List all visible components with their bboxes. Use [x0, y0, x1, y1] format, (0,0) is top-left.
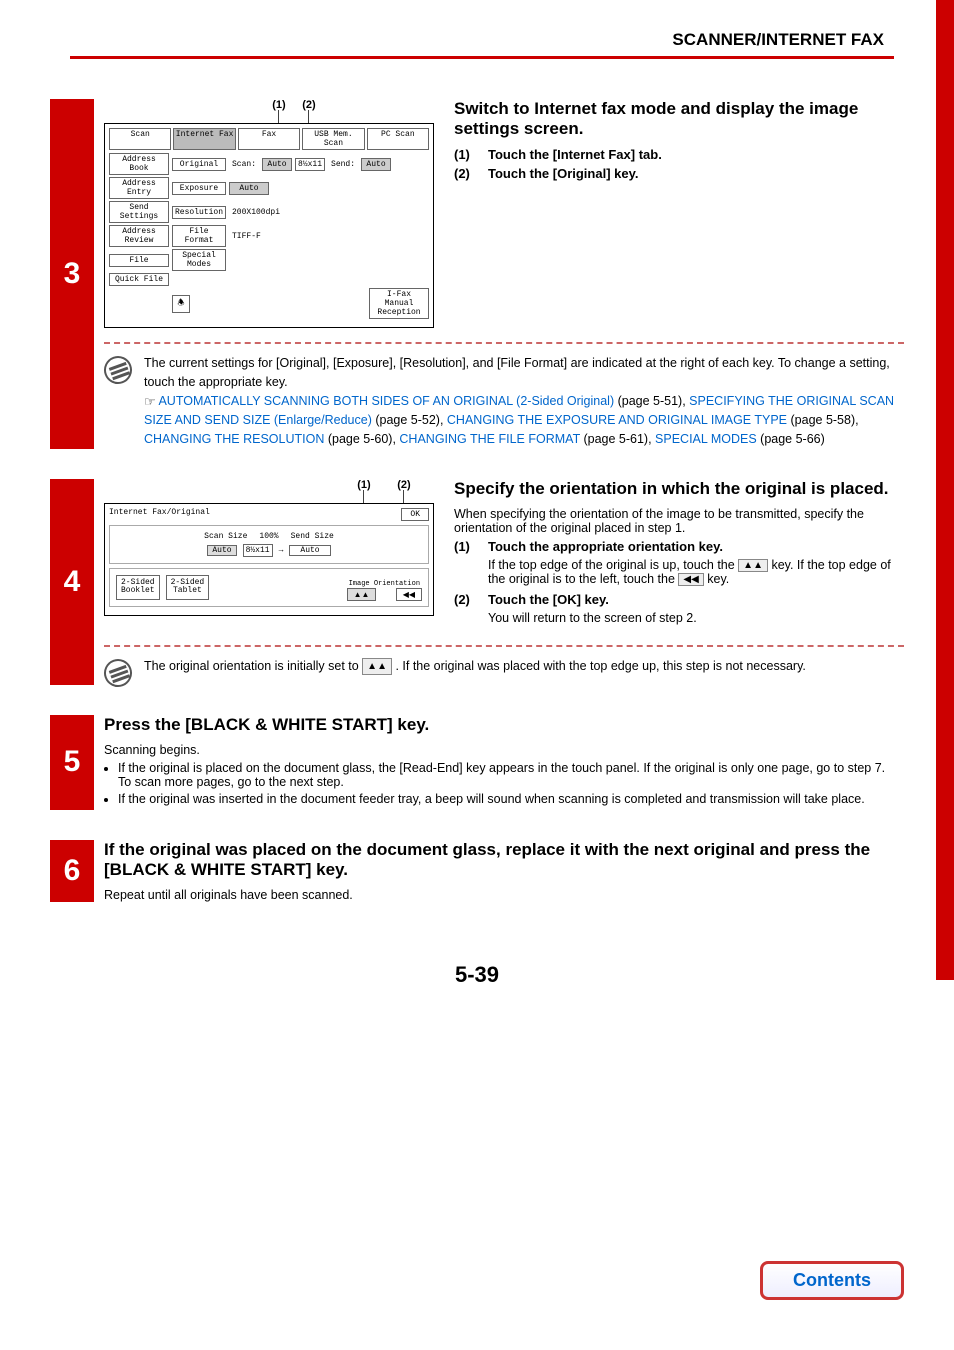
btn-quick-file[interactable]: Quick File — [109, 273, 169, 286]
btn-special-modes[interactable]: Special Modes — [172, 249, 226, 271]
step-number-3: 3 — [50, 99, 94, 449]
step-5: 5 Press the [BLACK & WHITE START] key. S… — [50, 715, 904, 810]
btn-exposure[interactable]: Exposure — [172, 182, 226, 195]
page-header: SCANNER/INTERNET FAX — [0, 20, 954, 59]
link-auto-2sided[interactable]: AUTOMATICALLY SCANNING BOTH SIDES OF AN … — [158, 394, 614, 408]
screen-title: Internet Fax/Original — [109, 508, 210, 521]
step3-touchscreen: Scan Internet Fax Fax USB Mem. Scan PC S… — [104, 123, 434, 328]
step4-divider — [104, 645, 904, 647]
step3-item-1: (1) Touch the [Internet Fax] tab. — [454, 147, 904, 162]
val-file-format: TIFF-F — [229, 231, 264, 242]
speaker-icon[interactable]: 🕭 — [172, 295, 190, 313]
orientation-up-icon: ▲▲ — [738, 559, 768, 572]
val-resolution: 200X100dpi — [229, 207, 283, 218]
btn-file-format[interactable]: File Format — [172, 225, 226, 247]
btn-address-review[interactable]: Address Review — [109, 225, 169, 247]
btn-address-entry[interactable]: Address Entry — [109, 177, 169, 199]
step3-item-2: (2) Touch the [Original] key. — [454, 166, 904, 181]
btn-2sided-booklet[interactable]: 2-Sided Booklet — [116, 575, 160, 601]
contents-button[interactable]: Contents — [760, 1261, 904, 1300]
link-exposure[interactable]: CHANGING THE EXPOSURE AND ORIGINAL IMAGE… — [447, 413, 787, 427]
step4-intro: When specifying the orientation of the i… — [454, 507, 904, 535]
tab-fax[interactable]: Fax — [238, 128, 300, 150]
step4-item-1: (1) Touch the appropriate orientation ke… — [454, 539, 904, 554]
btn-ifax-manual-reception[interactable]: I-Fax Manual Reception — [369, 288, 429, 319]
step-number-6: 6 — [50, 840, 94, 902]
step6-line1: Repeat until all originals have been sca… — [104, 888, 894, 902]
link-resolution[interactable]: CHANGING THE RESOLUTION — [144, 432, 324, 446]
orientation-up-icon: ▲▲ — [362, 658, 392, 675]
step4-callouts: (1) (2) — [104, 479, 434, 491]
val-exposure: Auto — [229, 182, 269, 195]
hand-pointer-icon: ☞ — [144, 392, 156, 412]
btn-2sided-tablet[interactable]: 2-Sided Tablet — [166, 575, 210, 601]
step3-callouts: (1) (2) — [104, 99, 434, 111]
link-special-modes[interactable]: SPECIAL MODES — [655, 432, 757, 446]
step3-heading: Switch to Internet fax mode and display … — [454, 99, 904, 139]
btn-send-settings[interactable]: Send Settings — [109, 201, 169, 223]
step-number-5: 5 — [50, 715, 94, 810]
step-number-4: 4 — [50, 479, 94, 685]
pencil-note-icon — [100, 352, 136, 388]
step4-item-1-desc: If the top edge of the original is up, t… — [488, 558, 904, 586]
step5-line1: Scanning begins. — [104, 743, 894, 757]
send-auto[interactable]: Auto — [289, 545, 330, 556]
step5-heading: Press the [BLACK & WHITE START] key. — [104, 715, 894, 735]
step3-divider — [104, 342, 904, 344]
step-6: 6 If the original was placed on the docu… — [50, 840, 904, 902]
val-scan-auto: Auto — [262, 158, 292, 171]
val-send-auto: Auto — [361, 158, 391, 171]
orientation-left-key[interactable]: ◀◀ — [396, 588, 422, 601]
side-red-tab — [936, 0, 954, 980]
tab-pc-scan[interactable]: PC Scan — [367, 128, 429, 150]
pencil-note-icon — [100, 655, 136, 691]
tab-usb-mem-scan[interactable]: USB Mem. Scan — [302, 128, 364, 150]
btn-file[interactable]: File — [109, 254, 169, 267]
val-scan-size: 8½x11 — [295, 158, 325, 171]
step-4: 4 (1) (2) │ │ Internet Fax/Original OK — [50, 479, 904, 685]
step5-bullet-1: If the original is placed on the documen… — [118, 761, 894, 789]
step6-heading: If the original was placed on the docume… — [104, 840, 894, 880]
step3-note: The current settings for [Original], [Ex… — [104, 354, 904, 449]
step4-item-2-desc: You will return to the screen of step 2. — [488, 611, 904, 625]
step4-touchscreen: Internet Fax/Original OK Scan Size 100% … — [104, 503, 434, 617]
link-file-format[interactable]: CHANGING THE FILE FORMAT — [399, 432, 580, 446]
step5-bullet-2: If the original was inserted in the docu… — [118, 792, 894, 806]
step4-heading: Specify the orientation in which the ori… — [454, 479, 904, 499]
orientation-left-icon: ◀◀ — [678, 573, 703, 586]
step-3: 3 (1) (2) │ │ Scan Internet Fax — [50, 99, 904, 449]
tab-internet-fax[interactable]: Internet Fax — [173, 128, 235, 150]
btn-resolution[interactable]: Resolution — [172, 206, 226, 219]
header-title: SCANNER/INTERNET FAX — [0, 20, 954, 56]
scan-auto-pill[interactable]: Auto — [207, 545, 236, 556]
btn-original[interactable]: Original — [172, 158, 226, 171]
step4-note: The original orientation is initially se… — [104, 657, 904, 685]
step4-item-2: (2) Touch the [OK] key. — [454, 592, 904, 607]
page-number: 5-39 — [0, 962, 954, 988]
ok-button[interactable]: OK — [401, 508, 429, 521]
scan-dim[interactable]: 8½x11 — [243, 544, 273, 557]
tab-scan[interactable]: Scan — [109, 128, 171, 150]
btn-address-book[interactable]: Address Book — [109, 153, 169, 175]
orientation-up-key[interactable]: ▲▲ — [347, 588, 377, 601]
